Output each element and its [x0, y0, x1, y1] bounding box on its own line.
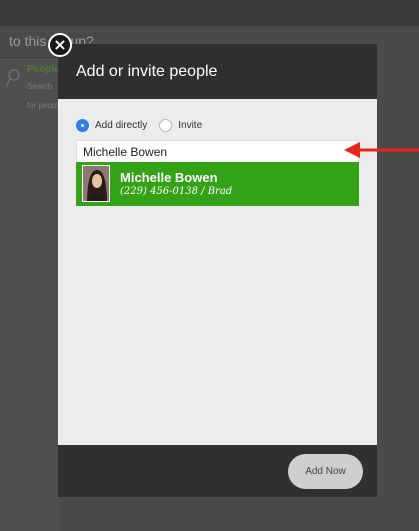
suggestion-detail: (229) 456-0138 / Brad [120, 186, 233, 197]
add-directly-radio[interactable] [76, 118, 89, 132]
invite-option[interactable]: Invite [159, 118, 203, 132]
search-icon [5, 69, 20, 88]
background-people-label: People [27, 64, 60, 75]
invite-label: Invite [178, 119, 203, 131]
background-topbar [0, 0, 419, 26]
background-side-panel [0, 57, 60, 531]
modal-title: Add or invite people [76, 63, 218, 80]
modal-footer: Add Now [58, 445, 377, 497]
mode-radio-group: Add directly Invite [76, 117, 202, 133]
arrow-icon [344, 142, 419, 158]
invite-radio[interactable] [159, 118, 173, 132]
close-icon[interactable]: × [48, 33, 72, 57]
add-directly-option[interactable]: Add directly [76, 118, 148, 132]
add-directly-label: Add directly [95, 119, 148, 131]
people-search-input[interactable] [76, 140, 359, 162]
modal-header: Add or invite people [58, 44, 377, 99]
add-now-button[interactable]: Add Now [288, 454, 363, 489]
add-people-modal: Add or invite people Add directly Invite… [58, 44, 377, 497]
avatar [82, 165, 110, 202]
suggestion-item[interactable]: Michelle Bowen (229) 456-0138 / Brad [76, 162, 359, 206]
background-sub-line-1: Search [27, 82, 53, 91]
suggestion-name: Michelle Bowen [120, 170, 218, 185]
